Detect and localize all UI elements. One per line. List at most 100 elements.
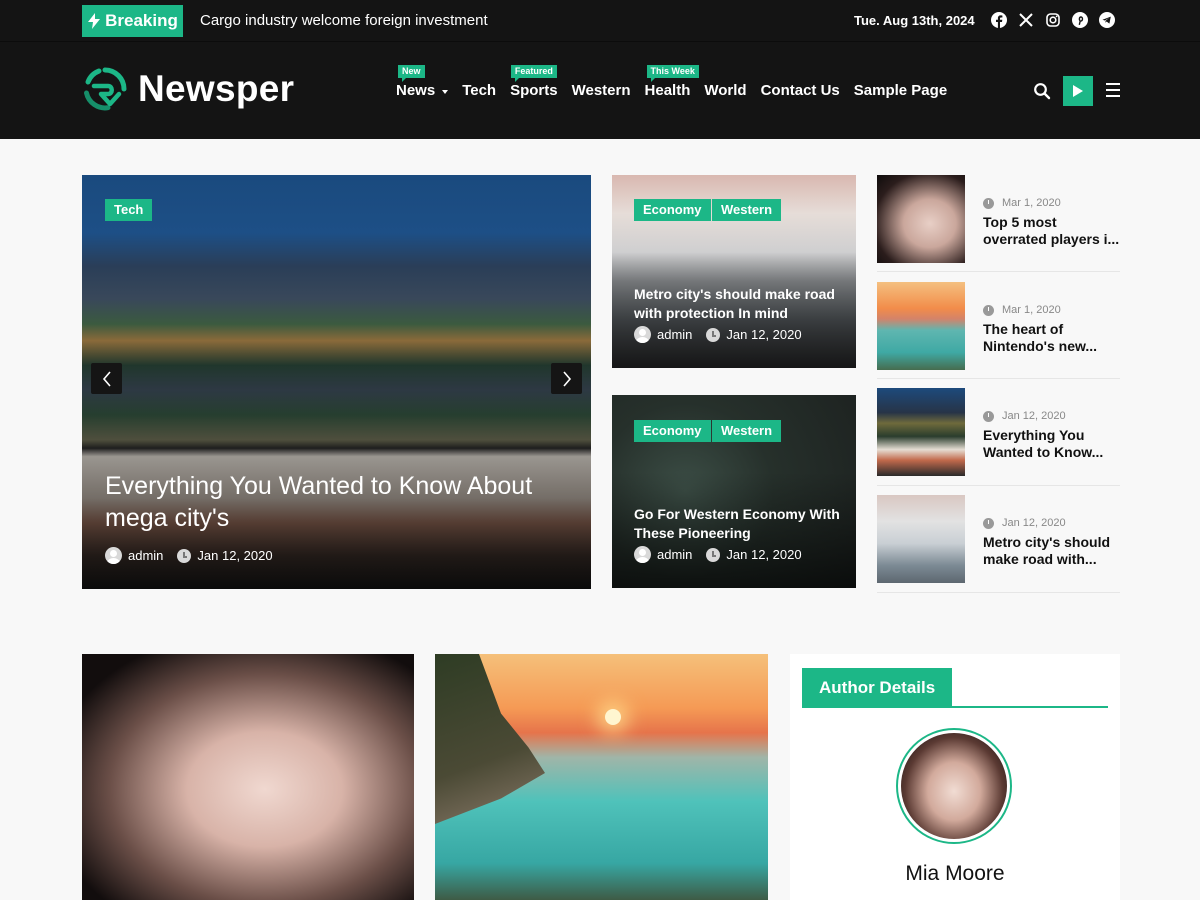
nav-label: Sample Page <box>853 82 948 99</box>
post-thumbnail[interactable] <box>877 282 965 370</box>
category-tag-tech[interactable]: Tech <box>105 199 153 221</box>
category-tag-economy[interactable]: Economy <box>634 420 711 442</box>
nav-label: Contact Us <box>760 82 840 99</box>
chevron-left-icon <box>102 370 111 387</box>
post-title-link[interactable]: Metro city's should make road with... <box>983 534 1123 568</box>
nav-badge-this-week: This Week <box>646 65 699 82</box>
nav-item-health[interactable]: This Week Health <box>644 65 699 99</box>
post-thumbnail[interactable] <box>877 175 965 263</box>
chevron-down-icon <box>442 89 449 94</box>
list-item[interactable]: Mar 1, 2020 Top 5 most overrated players… <box>877 175 1120 263</box>
author-link[interactable]: admin <box>128 548 163 563</box>
post-date-row: Mar 1, 2020 <box>983 197 1061 209</box>
list-item[interactable]: Jan 12, 2020 Everything You Wanted to Kn… <box>877 388 1120 476</box>
video-play-button[interactable] <box>1063 76 1093 106</box>
telegram-icon[interactable] <box>1098 11 1116 29</box>
author-link[interactable]: admin <box>657 547 692 562</box>
site-logo[interactable]: Newsper <box>82 66 294 112</box>
post-image[interactable] <box>82 654 414 900</box>
card-title-link[interactable]: Metro city's should make road with prote… <box>634 285 844 323</box>
list-item[interactable]: Jan 12, 2020 Metro city's should make ro… <box>877 495 1120 583</box>
category-tag-western[interactable]: Western <box>712 420 782 442</box>
nav-item-news[interactable]: New News <box>396 65 449 99</box>
image-detail <box>605 709 621 725</box>
slider-prev-button[interactable] <box>91 363 122 394</box>
post-thumbnail[interactable] <box>877 495 965 583</box>
widget-title: Author Details <box>802 668 953 708</box>
post-date-row: Jan 12, 2020 <box>983 410 1066 422</box>
chevron-right-icon <box>562 370 571 387</box>
nav-item-contact-us[interactable]: Contact Us <box>761 82 840 99</box>
user-avatar-icon <box>105 547 122 564</box>
clock-icon <box>983 304 994 316</box>
post-date: Jan 12, 2020 <box>197 548 273 563</box>
clock-icon <box>983 410 994 422</box>
category-tag-western[interactable]: Western <box>712 199 782 221</box>
card-title-link[interactable]: Go For Western Economy With These Pionee… <box>634 505 844 543</box>
post-date: Jan 12, 2020 <box>1002 410 1066 422</box>
logo-icon <box>84 67 127 111</box>
divider <box>877 485 1120 486</box>
breaking-badge: Breaking <box>82 5 183 37</box>
nav-item-western[interactable]: Western <box>572 82 631 99</box>
nav-label: News <box>396 82 436 99</box>
clock-icon <box>983 517 994 529</box>
post-image[interactable] <box>435 654 768 900</box>
search-button[interactable] <box>1033 82 1051 100</box>
post-title-link[interactable]: The heart of Nintendo's new... <box>983 321 1123 355</box>
play-icon <box>1073 85 1083 97</box>
top-bar: Breaking Cargo industry welcome foreign … <box>0 0 1200 42</box>
author-link[interactable]: admin <box>657 327 692 342</box>
post-meta: admin Jan 12, 2020 <box>634 326 802 343</box>
list-item[interactable]: Mar 1, 2020 The heart of Nintendo's new.… <box>877 282 1120 370</box>
facebook-icon[interactable] <box>990 11 1008 29</box>
instagram-icon[interactable] <box>1044 11 1062 29</box>
post-title-link[interactable]: Everything You Wanted to Know... <box>983 427 1123 461</box>
post-date: Jan 12, 2020 <box>1002 517 1066 529</box>
user-avatar-icon <box>634 326 651 343</box>
featured-card[interactable]: Economy Western Go For Western Economy W… <box>612 395 856 588</box>
breaking-label: Breaking <box>105 11 178 30</box>
post-thumbnail[interactable] <box>877 388 965 476</box>
clock-icon <box>706 327 721 342</box>
nav-label: Sports <box>510 82 558 99</box>
search-icon <box>1034 83 1051 100</box>
post-date: Mar 1, 2020 <box>1002 197 1061 209</box>
main-nav: New News Tech Featured Sports Western Th… <box>396 65 947 99</box>
nav-label: Health <box>644 82 691 99</box>
nav-label: Tech <box>462 82 497 99</box>
x-icon[interactable] <box>1017 11 1035 29</box>
author-name[interactable]: Mia Moore <box>790 862 1120 886</box>
nav-item-sports[interactable]: Featured Sports <box>510 65 558 99</box>
divider <box>877 378 1120 379</box>
nav-item-world[interactable]: World <box>704 82 746 99</box>
post-date: Jan 12, 2020 <box>726 327 802 342</box>
clock-icon <box>177 548 192 563</box>
divider <box>877 592 1120 593</box>
nav-badge-new: New <box>398 65 425 82</box>
hero-title-link[interactable]: Everything You Wanted to Know About mega… <box>105 470 565 534</box>
slider-next-button[interactable] <box>551 363 582 394</box>
post-date: Mar 1, 2020 <box>1002 304 1061 316</box>
nav-item-tech[interactable]: Tech <box>462 82 496 99</box>
current-date: Tue. Aug 13th, 2024 <box>854 13 975 28</box>
divider <box>877 271 1120 272</box>
nav-badge-featured: Featured <box>510 65 557 82</box>
category-tag-economy[interactable]: Economy <box>634 199 711 221</box>
author-avatar[interactable] <box>896 728 1012 844</box>
post-date-row: Mar 1, 2020 <box>983 304 1061 316</box>
clock-icon <box>983 197 994 209</box>
hero-slide[interactable]: Tech Everything You Wanted to Know About… <box>82 175 591 589</box>
nav-item-sample-page[interactable]: Sample Page <box>854 82 947 99</box>
clock-icon <box>706 547 721 562</box>
pinterest-icon[interactable] <box>1071 11 1089 29</box>
post-title-link[interactable]: Top 5 most overrated players i... <box>983 214 1123 248</box>
hamburger-menu-icon[interactable] <box>1106 83 1120 97</box>
lightning-icon <box>88 13 101 29</box>
post-date-row: Jan 12, 2020 <box>983 517 1066 529</box>
ticker-headline-link[interactable]: Cargo industry welcome foreign investmen… <box>200 12 488 29</box>
user-avatar-icon <box>634 546 651 563</box>
featured-card[interactable]: Economy Western Metro city's should make… <box>612 175 856 368</box>
widget-header: Author Details <box>802 668 1108 708</box>
site-header: Newsper New News Tech Featured Sports We… <box>0 42 1200 139</box>
